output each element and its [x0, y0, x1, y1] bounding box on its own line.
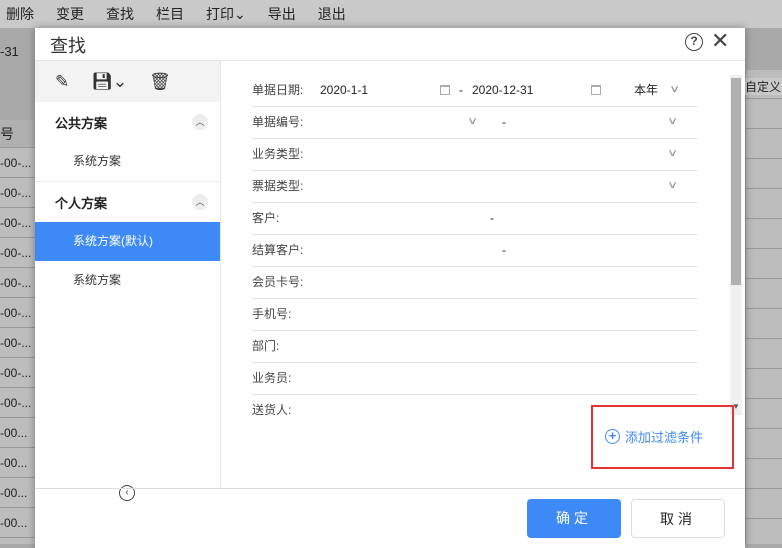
- field-salesperson[interactable]: 业务员:: [252, 363, 697, 395]
- cancel-button[interactable]: 取消: [631, 499, 725, 538]
- save-dropdown-icon[interactable]: 💾︎⌄: [91, 72, 127, 92]
- public-scheme-group[interactable]: 公共方案 ︿: [35, 102, 220, 142]
- close-icon[interactable]: ✕: [711, 28, 729, 54]
- find-dialog: 查找 ? ✕ ✎ 💾︎⌄ 🗑︎ 公共方案 ︿ 系统方案 个人方案 ︿ 系统方案(默认…: [35, 28, 745, 548]
- field-bill-type[interactable]: 票据类型: ∨: [252, 171, 697, 203]
- help-icon[interactable]: ?: [685, 33, 703, 51]
- bg-grid-right: 自定义: [745, 70, 782, 544]
- bg-cell: -00-...: [0, 238, 36, 268]
- trash-icon[interactable]: 🗑︎: [149, 72, 171, 92]
- bg-cell: -00-...: [0, 178, 36, 208]
- edit-icon[interactable]: ✎: [55, 72, 69, 92]
- field-label: 手机号:: [252, 307, 292, 321]
- bg-grid-column: 号 -00-... -00-... -00-... -00-... -00-..…: [0, 120, 36, 544]
- field-label: 业务员:: [252, 371, 292, 385]
- bg-customize: 自定义: [745, 78, 782, 95]
- scheme-item[interactable]: 系统方案: [35, 142, 220, 181]
- filter-form: 单据日期: 2020-1-1 - 2020-12-31 本年 ∨ 单据编号: ∨…: [252, 75, 697, 427]
- bg-cell: -00-...: [0, 268, 36, 298]
- add-filter-button[interactable]: + 添加过滤条件: [605, 427, 703, 446]
- add-filter-label: 添加过滤条件: [625, 430, 704, 445]
- ok-button[interactable]: 确定: [527, 499, 621, 538]
- chevron-down-icon[interactable]: ∨: [667, 139, 678, 169]
- range-dash: -: [490, 211, 494, 225]
- plus-circle-icon: +: [605, 429, 620, 444]
- chevron-down-icon[interactable]: ∨: [667, 107, 678, 137]
- scrollbar-thumb[interactable]: [731, 78, 741, 285]
- chevron-down-icon[interactable]: ∨: [467, 107, 478, 137]
- group-label: 个人方案: [55, 195, 108, 211]
- bg-cell: -00-...: [0, 358, 36, 388]
- chevron-up-icon[interactable]: ︿: [192, 194, 208, 210]
- menu-columns[interactable]: 栏目: [156, 4, 184, 24]
- scheme-panel: ✎ 💾︎⌄ 🗑︎ 公共方案 ︿ 系统方案 个人方案 ︿ 系统方案(默认) 系统方案 …: [35, 61, 221, 501]
- date-to-input[interactable]: 2020-12-31: [472, 75, 533, 105]
- bg-cell: -00-...: [0, 298, 36, 328]
- bg-cell: -00...: [0, 448, 36, 478]
- field-member-card[interactable]: 会员卡号:: [252, 267, 697, 299]
- menu-delete[interactable]: 删除: [6, 4, 34, 24]
- field-settlement-customer[interactable]: 结算客户: -: [252, 235, 697, 267]
- date-range-select[interactable]: 本年: [634, 75, 658, 105]
- field-department[interactable]: 部门:: [252, 331, 697, 363]
- divider: [35, 488, 745, 489]
- menu-change[interactable]: 变更: [56, 4, 84, 24]
- calendar-icon[interactable]: [440, 85, 450, 95]
- field-doc-number: 单据编号: ∨ - ∨: [252, 107, 697, 139]
- scheme-item[interactable]: 系统方案: [35, 261, 220, 300]
- menu-exit[interactable]: 退出: [318, 4, 346, 24]
- range-dash: -: [502, 115, 506, 129]
- bg-cell: -00-...: [0, 208, 36, 238]
- field-date: 单据日期: 2020-1-1 - 2020-12-31 本年 ∨: [252, 75, 697, 107]
- date-dash: -: [459, 83, 463, 97]
- field-label: 客户:: [252, 211, 280, 225]
- field-phone[interactable]: 手机号:: [252, 299, 697, 331]
- bg-cell: -00-...: [0, 328, 36, 358]
- chevron-up-icon[interactable]: ︿: [192, 114, 208, 130]
- field-label: 单据日期:: [252, 83, 304, 97]
- chevron-down-icon[interactable]: ∨: [669, 75, 680, 105]
- personal-scheme-group[interactable]: 个人方案 ︿: [35, 182, 220, 222]
- bg-cell: -00...: [0, 508, 36, 538]
- bg-date-fragment: -31: [0, 44, 19, 59]
- field-label: 票据类型:: [252, 179, 304, 193]
- scheme-item-selected[interactable]: 系统方案(默认): [35, 222, 220, 261]
- main-toolbar: 删除 变更 查找 栏目 打印⌄ 导出 退出: [0, 0, 782, 28]
- field-customer[interactable]: 客户: -: [252, 203, 697, 235]
- bg-cell: -00...: [0, 418, 36, 448]
- chevron-down-icon[interactable]: ∨: [667, 171, 678, 201]
- group-label: 公共方案: [55, 115, 108, 131]
- calendar-icon[interactable]: [591, 85, 601, 95]
- dialog-title: 查找: [50, 36, 86, 56]
- bg-column-header: 号: [0, 120, 36, 148]
- field-label: 会员卡号:: [252, 275, 304, 289]
- date-from-input[interactable]: 2020-1-1: [320, 75, 368, 105]
- menu-print[interactable]: 打印⌄: [206, 4, 246, 24]
- field-label: 单据编号:: [252, 115, 304, 129]
- field-label: 部门:: [252, 339, 280, 353]
- bg-cell: -00-...: [0, 148, 36, 178]
- bg-cell: -00-...: [0, 388, 36, 418]
- menu-export[interactable]: 导出: [268, 4, 296, 24]
- menu-find[interactable]: 查找: [106, 4, 134, 24]
- range-dash: -: [502, 243, 506, 257]
- field-label: 业务类型:: [252, 147, 304, 161]
- field-label: 送货人:: [252, 403, 292, 417]
- scheme-toolbar: ✎ 💾︎⌄ 🗑︎: [35, 61, 220, 102]
- field-business-type[interactable]: 业务类型: ∨: [252, 139, 697, 171]
- bg-cell: -00...: [0, 478, 36, 508]
- field-label: 结算客户:: [252, 243, 304, 257]
- scrollbar[interactable]: [730, 75, 742, 415]
